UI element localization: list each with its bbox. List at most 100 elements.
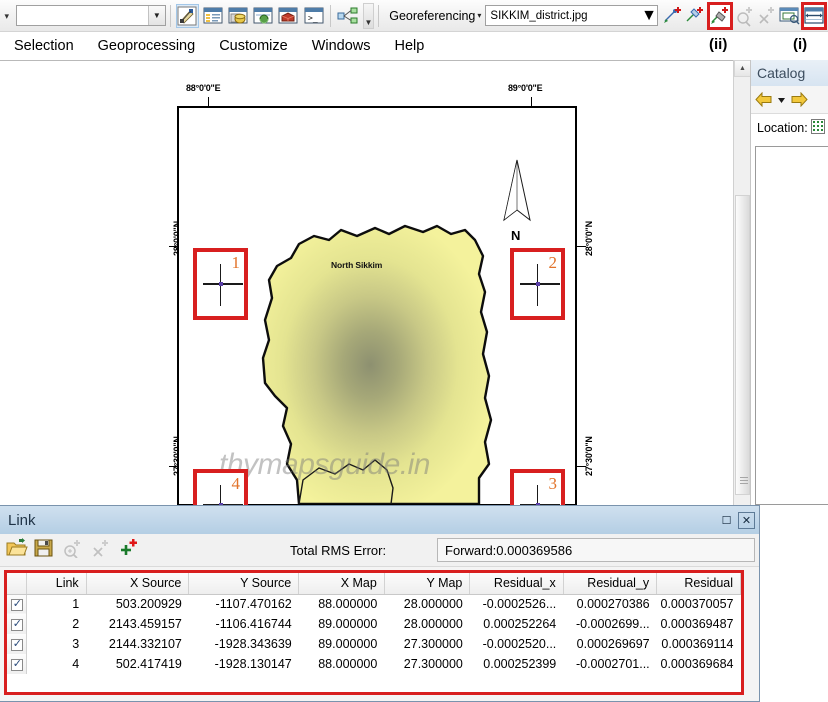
link-table-container[interactable]: Link X Source Y Source X Map Y Map Resid… <box>4 570 744 695</box>
raster-layer-value: SIKKIM_district.jpg <box>490 9 588 22</box>
table-row[interactable]: 2 2143.459157 -1106.416744 89.000000 28.… <box>7 614 741 634</box>
delete-link-icon[interactable] <box>90 538 116 562</box>
checkbox-icon[interactable] <box>10 618 23 631</box>
menu-item-selection[interactable]: Selection <box>0 38 86 54</box>
cell-residual-x: 0.000252399 <box>483 657 557 671</box>
cell-link: 3 <box>72 637 80 651</box>
maximize-icon[interactable]: ☐ <box>718 512 735 529</box>
search-window-icon[interactable] <box>252 4 275 28</box>
map-view[interactable]: 88°0'0"E 89°0'0"E 28°0'0"N 27°30'0"N 28°… <box>0 60 733 505</box>
scroll-up-icon[interactable]: ▲ <box>734 60 751 77</box>
control-point-number: 3 <box>548 474 558 493</box>
cell-residual: 0.000369487 <box>660 617 734 631</box>
save-links-icon[interactable] <box>34 538 60 562</box>
annotation-marker-i: (i) <box>793 36 808 53</box>
control-point-2[interactable]: 2 <box>510 248 565 320</box>
coord-label-right-upper: 28°0'0"N <box>584 221 594 256</box>
cell-y-map: 28.000000 <box>403 597 463 612</box>
header-y-map[interactable]: Y Map <box>384 573 471 595</box>
crosshair-vertical <box>536 485 538 505</box>
menu-item-help[interactable]: Help <box>383 38 437 54</box>
cell-residual: 0.000369684 <box>660 657 734 671</box>
header-residual-x[interactable]: Residual_x <box>469 573 564 595</box>
catalog-window-icon[interactable] <box>226 4 249 28</box>
link-table-window-icon[interactable] <box>800 1 827 30</box>
auto-register-icon[interactable] <box>685 5 705 27</box>
table-row[interactable]: 3 2144.332107 -1928.343639 89.000000 27.… <box>7 634 741 654</box>
checkbox-icon[interactable] <box>10 598 23 611</box>
open-links-icon[interactable] <box>6 538 32 562</box>
map-frame: North Sikkim thymapsguide.in N 1 2 3 4 <box>177 106 577 505</box>
cell-y-map: 28.000000 <box>403 617 463 631</box>
crosshair-horizontal <box>520 283 560 285</box>
checkbox-icon[interactable] <box>10 658 23 671</box>
control-point-4[interactable]: 4 <box>193 469 248 505</box>
close-icon[interactable]: ✕ <box>738 511 755 529</box>
chevron-down-icon[interactable]: ▼ <box>147 6 165 25</box>
catalog-panel: Catalog Location: <box>750 60 828 505</box>
raster-layer-combo[interactable]: SIKKIM_district.jpg ▼ <box>485 5 658 26</box>
add-link-icon[interactable] <box>118 538 144 562</box>
header-x-map[interactable]: X Map <box>298 573 385 595</box>
back-arrow-icon[interactable] <box>755 91 773 108</box>
header-checkbox-column <box>7 573 28 595</box>
georeferencing-menu[interactable]: Georeferencing <box>389 9 475 23</box>
menu-item-windows[interactable]: Windows <box>300 38 383 54</box>
view-link-table-icon[interactable] <box>706 1 733 30</box>
zoom-to-selected-link-icon[interactable] <box>62 538 88 562</box>
cell-residual-x: -0.0002520... <box>482 637 557 651</box>
rotate-fit-icon[interactable] <box>779 5 800 27</box>
checkbox-icon[interactable] <box>10 638 23 651</box>
arcmap-georeferencing-window: ▾ ▼ >_ ▼ Georeferencing ▾ SIKKIM_distric… <box>0 0 828 702</box>
header-residual[interactable]: Residual <box>656 573 741 595</box>
coord-label-top-right: 89°0'0"E <box>508 83 543 93</box>
scrollbar-thumb[interactable] <box>735 195 750 495</box>
cell-x-source: 502.417419 <box>115 657 182 671</box>
table-of-contents-icon[interactable] <box>201 4 224 28</box>
header-y-source[interactable]: Y Source <box>188 573 300 595</box>
scrollbar-grip-icon <box>740 477 748 484</box>
map-vertical-scrollbar[interactable]: ▲ <box>733 60 751 505</box>
georeferencing-chevron-icon[interactable]: ▾ <box>477 11 481 20</box>
cell-link: 1 <box>72 597 80 612</box>
table-row[interactable]: 4 502.417419 -1928.130147 88.000000 27.3… <box>7 654 741 674</box>
crosshair-center <box>218 282 223 286</box>
catalog-title: Catalog <box>751 60 828 86</box>
add-control-points-icon[interactable] <box>663 5 683 27</box>
row-checkbox[interactable] <box>7 654 28 674</box>
row-checkbox[interactable] <box>7 614 28 634</box>
python-window-icon[interactable]: >_ <box>302 4 325 28</box>
database-icon[interactable] <box>810 119 825 137</box>
delete-link-icon[interactable] <box>757 5 777 27</box>
zoom-to-link-icon[interactable] <box>735 5 755 27</box>
cell-link: 4 <box>72 657 80 671</box>
model-builder-icon[interactable] <box>336 4 359 28</box>
chevron-down-icon[interactable] <box>776 92 787 108</box>
menu-item-geoprocessing[interactable]: Geoprocessing <box>86 38 208 54</box>
rms-error-value: Forward:0.000369586 <box>437 538 755 562</box>
toolbar-overflow-caret[interactable]: ▾ <box>0 0 14 32</box>
layer-combo[interactable]: ▼ <box>15 5 166 26</box>
region-label: North Sikkim <box>331 260 383 270</box>
editor-toolbar-icon[interactable] <box>175 3 200 28</box>
chevron-down-icon-2[interactable]: ▼ <box>641 7 657 25</box>
table-row[interactable]: 1 503.200929 -1107.470162 88.000000 28.0… <box>7 594 741 614</box>
cell-x-map: 88.000000 <box>318 597 378 612</box>
cell-y-source: -1928.343639 <box>214 637 292 651</box>
header-link[interactable]: Link <box>26 573 87 595</box>
control-point-3[interactable]: 3 <box>510 469 565 505</box>
cell-x-map: 89.000000 <box>318 637 378 651</box>
row-checkbox[interactable] <box>7 594 28 614</box>
control-point-1[interactable]: 1 <box>193 248 248 320</box>
cell-y-source: -1106.416744 <box>215 617 292 631</box>
link-window-toolbar: Total RMS Error: Forward:0.000369586 <box>0 534 759 567</box>
toolbox-window-icon[interactable] <box>277 4 300 28</box>
toolbar-expand-button[interactable]: ▼ <box>362 2 375 29</box>
header-residual-y[interactable]: Residual_y <box>563 573 658 595</box>
catalog-tree-panel[interactable] <box>755 146 828 505</box>
header-x-source[interactable]: X Source <box>86 573 190 595</box>
forward-arrow-icon[interactable] <box>790 91 808 108</box>
link-window-title: Link <box>8 511 36 529</box>
menu-item-customize[interactable]: Customize <box>207 38 300 54</box>
row-checkbox[interactable] <box>7 634 28 654</box>
